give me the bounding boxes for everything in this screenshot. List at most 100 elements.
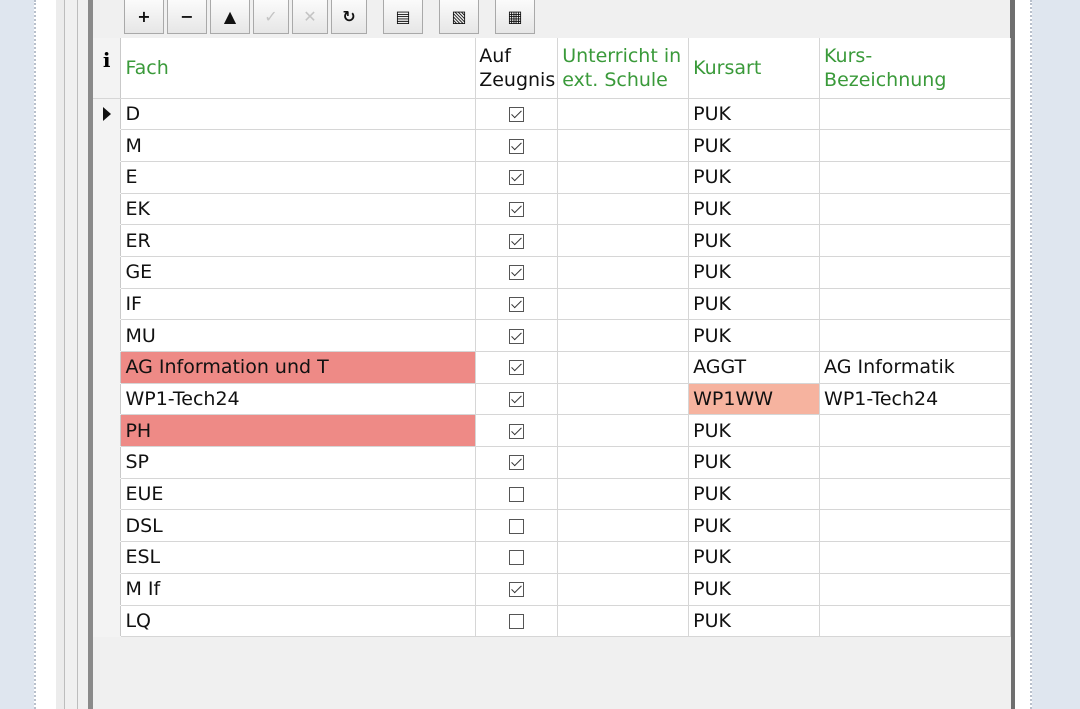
cell-fach[interactable]: EK (120, 193, 477, 226)
table-row[interactable]: PH PUK (93, 414, 1011, 448)
cell-kursart[interactable]: PUK (688, 256, 821, 289)
row-indicator[interactable] (93, 605, 122, 638)
cell-kurs-bezeichnung[interactable] (819, 414, 1011, 448)
cell-kurs-bezeichnung[interactable]: WP1-Tech24 (819, 383, 1011, 416)
row-indicator[interactable] (93, 319, 122, 352)
refresh-button[interactable]: ↻ (331, 0, 367, 34)
row-indicator[interactable] (93, 161, 122, 194)
cell-kursart[interactable]: WP1WW (688, 383, 821, 416)
cell-auf-zeugnis[interactable] (475, 256, 559, 289)
cell-kursart[interactable]: PUK (688, 288, 821, 321)
cell-unterricht[interactable] (557, 224, 690, 257)
row-indicator[interactable] (93, 383, 122, 416)
cell-auf-zeugnis[interactable] (475, 288, 559, 321)
cancel-button[interactable]: ✕ (292, 0, 328, 34)
splitter[interactable] (64, 0, 137, 709)
table-row[interactable]: M PUK (93, 129, 1011, 162)
cell-auf-zeugnis[interactable] (475, 478, 559, 511)
cell-unterricht[interactable] (557, 446, 690, 479)
row-indicator[interactable] (93, 573, 122, 606)
info-header[interactable]: i (93, 38, 122, 99)
cell-unterricht[interactable] (557, 414, 690, 448)
auf-zeugnis-checkbox[interactable] (509, 392, 525, 408)
table-row[interactable]: DSL PUK (93, 509, 1011, 543)
table-row[interactable]: ESL PUK (93, 541, 1011, 574)
cell-auf-zeugnis[interactable] (475, 573, 559, 606)
cell-kurs-bezeichnung[interactable] (819, 288, 1011, 321)
cell-fach[interactable]: IF (120, 288, 477, 321)
cell-kursart[interactable]: PUK (688, 573, 821, 606)
cell-kursart[interactable]: PUK (688, 319, 821, 352)
table-row[interactable]: GE PUK (93, 256, 1011, 289)
auf-zeugnis-checkbox[interactable] (509, 613, 525, 629)
row-indicator[interactable] (93, 509, 122, 543)
cell-fach[interactable]: E (120, 161, 477, 194)
cell-unterricht[interactable] (557, 129, 690, 162)
auf-zeugnis-checkbox[interactable] (509, 201, 525, 217)
cell-auf-zeugnis[interactable] (475, 98, 559, 131)
cell-kursart[interactable]: PUK (688, 478, 821, 511)
cell-auf-zeugnis[interactable] (475, 224, 559, 257)
table-row[interactable]: E PUK (93, 161, 1011, 194)
auf-zeugnis-checkbox[interactable] (509, 518, 525, 534)
cell-kurs-bezeichnung[interactable] (819, 98, 1011, 131)
cell-kurs-bezeichnung[interactable] (819, 161, 1011, 194)
cell-fach[interactable]: WP1-Tech24 (120, 383, 477, 416)
auf-zeugnis-checkbox[interactable] (509, 455, 525, 471)
row-indicator[interactable] (93, 414, 122, 448)
row-indicator[interactable] (93, 256, 122, 289)
table-row[interactable]: D PUK (93, 98, 1011, 131)
table-row[interactable]: AG Information und T AGGT AG Informatik (93, 351, 1011, 384)
cell-kurs-bezeichnung[interactable] (819, 319, 1011, 352)
auf-zeugnis-checkbox[interactable] (509, 582, 525, 598)
cell-unterricht[interactable] (557, 98, 690, 131)
cell-unterricht[interactable] (557, 319, 690, 352)
cell-fach[interactable]: SP (120, 446, 477, 479)
cell-fach[interactable]: DSL (120, 509, 477, 543)
cell-unterricht[interactable] (557, 193, 690, 226)
column-header-fach[interactable]: Fach (120, 38, 477, 99)
cell-unterricht[interactable] (557, 541, 690, 574)
row-indicator[interactable] (93, 446, 122, 479)
cell-kursart[interactable]: PUK (688, 129, 821, 162)
cell-kursart[interactable]: AGGT (688, 351, 821, 384)
cell-kurs-bezeichnung[interactable] (819, 605, 1011, 638)
cell-kursart[interactable]: PUK (688, 98, 821, 131)
column-header-kursart[interactable]: Kursart (688, 38, 821, 99)
cell-kurs-bezeichnung[interactable] (819, 129, 1011, 162)
cell-unterricht[interactable] (557, 478, 690, 511)
cell-kurs-bezeichnung[interactable] (819, 541, 1011, 574)
auf-zeugnis-checkbox[interactable] (509, 328, 525, 344)
table-row[interactable]: SP PUK (93, 446, 1011, 479)
cell-auf-zeugnis[interactable] (475, 351, 559, 384)
row-indicator[interactable] (93, 193, 122, 226)
cell-auf-zeugnis[interactable] (475, 161, 559, 194)
cell-auf-zeugnis[interactable] (475, 129, 559, 162)
cell-auf-zeugnis[interactable] (475, 193, 559, 226)
cell-kurs-bezeichnung[interactable] (819, 573, 1011, 606)
auf-zeugnis-checkbox[interactable] (509, 550, 525, 566)
cell-unterricht[interactable] (557, 383, 690, 416)
cell-fach[interactable]: M (120, 129, 477, 162)
cell-fach[interactable]: PH (120, 414, 477, 448)
cell-kursart[interactable]: PUK (688, 224, 821, 257)
cell-fach[interactable]: LQ (120, 605, 477, 638)
cell-auf-zeugnis[interactable] (475, 446, 559, 479)
cell-unterricht[interactable] (557, 605, 690, 638)
cell-auf-zeugnis[interactable] (475, 605, 559, 638)
row-indicator[interactable] (93, 541, 122, 574)
cell-auf-zeugnis[interactable] (475, 319, 559, 352)
cell-fach[interactable]: ESL (120, 541, 477, 574)
cell-kursart[interactable]: PUK (688, 605, 821, 638)
cell-fach[interactable]: MU (120, 319, 477, 352)
auf-zeugnis-checkbox[interactable] (509, 265, 525, 281)
cell-unterricht[interactable] (557, 288, 690, 321)
cell-unterricht[interactable] (557, 161, 690, 194)
edit-table-button[interactable]: ▦ (495, 0, 535, 34)
row-indicator[interactable] (93, 98, 122, 131)
cell-fach[interactable]: GE (120, 256, 477, 289)
table-row[interactable]: IF PUK (93, 288, 1011, 321)
auf-zeugnis-checkbox[interactable] (509, 360, 525, 376)
table-row[interactable]: MU PUK (93, 319, 1011, 352)
cell-auf-zeugnis[interactable] (475, 414, 559, 448)
